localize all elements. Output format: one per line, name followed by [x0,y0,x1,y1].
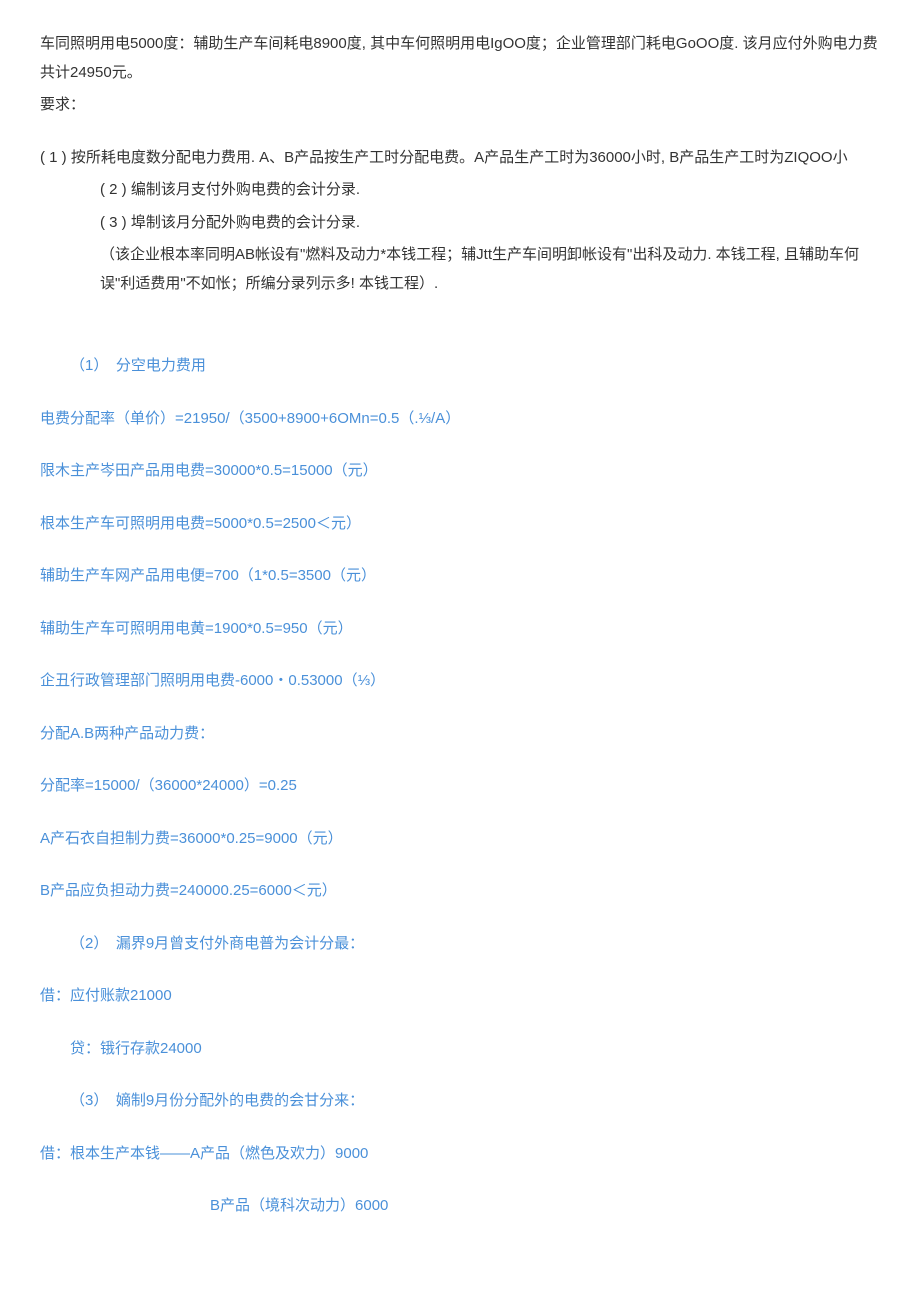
solution-line-3: 根本生产车可照明用电费=5000*0.5=2500＜元） [40,510,880,539]
solution-heading-3: （3） 嫡制9月份分配外的电费的会甘分来： [40,1087,880,1116]
solution-line-11: 借：应付账款21000 [40,982,880,1011]
solution-line-12: 贷：锇行存款24000 [40,1035,880,1064]
problem-item-3: ( 3 ) 埠制该月分配外购电费的会计分录. [40,209,880,238]
solution-line-1: 电费分配率（单价）=21950/（3500+8900+6OMn=0.5（.⅓/A… [40,405,880,434]
solution-heading-2: （2） 漏界9月曾支付外商电普为会计分最： [40,930,880,959]
problem-para-1: 车同照明用电5000度：辅助生产车间耗电8900度, 其中车何照明用电IgOO度… [40,30,880,87]
solution-line-8: 分配率=15000/（36000*24000）=0.25 [40,772,880,801]
solution-line-14: B产品（境科次动力）6000 [40,1192,880,1221]
solution-line-7: 分配A.B两种产品动力费： [40,720,880,749]
problem-note: （该企业根本率同明AB帐设有"燃料及动力*本钱工程；辅Jtt生产车间明卸帐设有"… [40,241,880,298]
solution-line-6: 企丑行政管理部门照明用电费-6000・0.53000（⅓） [40,667,880,696]
solution-line-5: 辅助生产车可照明用电黄=1900*0.5=950（元） [40,615,880,644]
solution-line-10: B产品应负担动力费=240000.25=6000＜元） [40,877,880,906]
problem-para-2: 要求： [40,91,880,120]
solution-line-13: 借：根本生产本钱——A产品（燃色及欢力）9000 [40,1140,880,1169]
solution-line-9: A产石衣自担制力费=36000*0.25=9000（元） [40,825,880,854]
problem-item-1: ( 1 ) 按所耗电度数分配电力费用. A、B产品按生产工时分配电费。A产品生产… [40,144,880,173]
problem-item-2: ( 2 ) 编制该月支付外购电费的会计分录. [40,176,880,205]
solution-line-4: 辅助生产车网产品用电便=700（1*0.5=3500（元） [40,562,880,591]
solution-heading-1: （1） 分空电力费用 [40,352,880,381]
solution-line-2: 限木主产岑田产品用电费=30000*0.5=15000（元） [40,457,880,486]
